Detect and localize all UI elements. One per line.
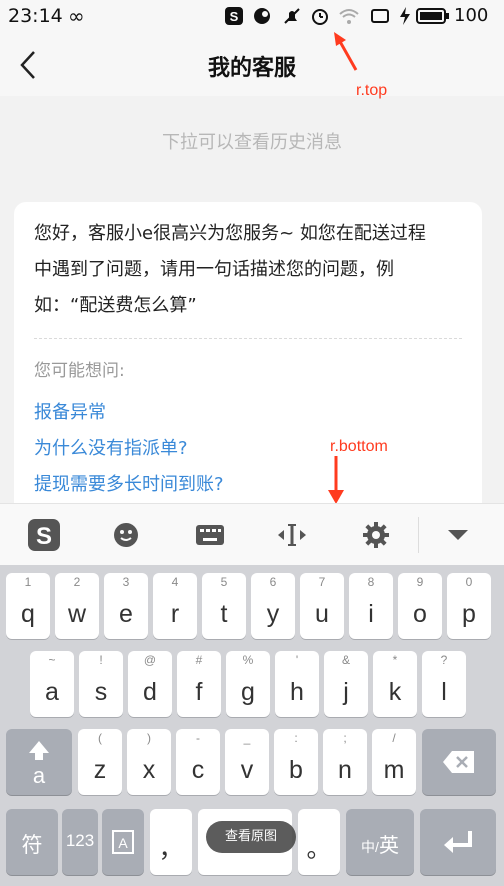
symbol-key[interactable]: 符 (6, 809, 58, 875)
greeting-line: 如：“配送费怎么算” (34, 295, 197, 316)
keyboard-layout-icon: A (112, 830, 134, 854)
key-n[interactable]: ; n (323, 729, 367, 795)
suggestions-label: 您可能想问: (34, 361, 125, 381)
header: 我的客服 (0, 34, 504, 96)
battery-icon (416, 8, 449, 24)
greeting-card: 您好，客服小e很高兴为您服务~ 如您在配送过程 中遇到了问题，请用一句话描述您的… (14, 202, 482, 522)
sogou-logo-icon[interactable]: S (16, 504, 72, 566)
collapse-icon[interactable] (430, 504, 486, 566)
infinity-icon: ∞ (68, 4, 85, 28)
shift-key[interactable]: a (6, 729, 72, 795)
switch-keyboard-key[interactable]: A (102, 809, 144, 875)
key-z[interactable]: (z (78, 729, 122, 795)
enter-key[interactable] (420, 809, 496, 875)
page-title: 我的客服 (207, 56, 296, 81)
sogou-status-icon: S (225, 7, 243, 25)
divider (34, 338, 462, 339)
key-f[interactable]: # f (177, 651, 221, 717)
shift-arrow-icon (29, 741, 49, 760)
key-x[interactable]: ) x (127, 729, 171, 795)
suggestion-link[interactable]: 为什么没有指派单? (34, 434, 188, 460)
key-g[interactable]: % g (226, 651, 270, 717)
settings-icon[interactable] (348, 504, 404, 566)
screen-icon (371, 9, 389, 23)
key-o[interactable]: 9o (398, 573, 442, 639)
key-u[interactable]: 7u (300, 573, 344, 639)
key-v[interactable]: _ v (225, 729, 269, 795)
pull-to-load-hint: 下拉可以查看历史消息 (162, 132, 342, 153)
key-j[interactable]: & j (324, 651, 368, 717)
greeting-line: 您好，客服小e很高兴为您服务~ 如您在配送过程 (34, 223, 426, 244)
annotation-arrow-bottom (328, 456, 344, 504)
svg-text:S: S (230, 9, 239, 24)
key-r[interactable]: 4r (153, 573, 197, 639)
view-original-toast[interactable]: 查看原图 (206, 821, 296, 853)
language-key[interactable]: 中/英 (346, 809, 414, 875)
key-i[interactable]: 8i (349, 573, 393, 639)
key-m[interactable]: / m (372, 729, 416, 795)
key-w[interactable]: 2w (55, 573, 99, 639)
key-p[interactable]: 0p (447, 573, 491, 639)
key-t[interactable]: 5t (202, 573, 246, 639)
comma-key[interactable]: ， (150, 809, 192, 875)
key-h[interactable]: ' h (275, 651, 319, 717)
key-a[interactable]: ~ a (30, 651, 74, 717)
status-time: 23:14 (8, 5, 63, 27)
wifi-icon (339, 9, 359, 24)
greeting-line: 中遇到了问题，请用一句话描述您的问题，例 (34, 259, 394, 280)
emoji-icon[interactable] (98, 504, 154, 566)
charging-icon (400, 7, 410, 25)
backspace-key[interactable] (422, 729, 496, 795)
suggestion-link[interactable]: 提现需要多长时间到账? (34, 470, 224, 496)
cursor-icon[interactable] (264, 504, 320, 566)
toolbar-divider (418, 517, 419, 553)
key-b[interactable]: :b (274, 729, 318, 795)
annotation-top-label: r.top (356, 82, 388, 99)
backspace-icon (443, 751, 474, 773)
app-status-icon (254, 8, 270, 24)
key-d[interactable]: @ d (128, 651, 172, 717)
alarm-icon (312, 9, 328, 25)
battery-level: 100 (454, 5, 489, 26)
key-k[interactable]: * k (373, 651, 417, 717)
enter-icon (444, 831, 472, 853)
status-bar: 23:14 ∞ S 100 (0, 0, 504, 34)
number-key[interactable]: 123 (62, 809, 98, 875)
key-e[interactable]: 3e (104, 573, 148, 639)
key-q[interactable]: 1q (6, 573, 50, 639)
key-l[interactable]: ? l (422, 651, 466, 717)
key-y[interactable]: 6y (251, 573, 295, 639)
period-key[interactable]: 。 (298, 809, 340, 875)
svg-text:S: S (36, 523, 52, 550)
key-c[interactable]: -c (176, 729, 220, 795)
suggestion-link[interactable]: 报备异常 (34, 398, 106, 424)
key-s[interactable]: ! s (79, 651, 123, 717)
keyboard-toolbar: S (0, 503, 504, 566)
greeting-text: 您好，客服小e很高兴为您服务~ 如您在配送过程 中遇到了问题，请用一句话描述您的… (34, 216, 464, 324)
svg-text:A: A (118, 835, 128, 851)
mute-bell-icon (284, 8, 300, 24)
keyboard-icon[interactable] (182, 504, 238, 566)
annotation-arrow-top (334, 32, 358, 71)
